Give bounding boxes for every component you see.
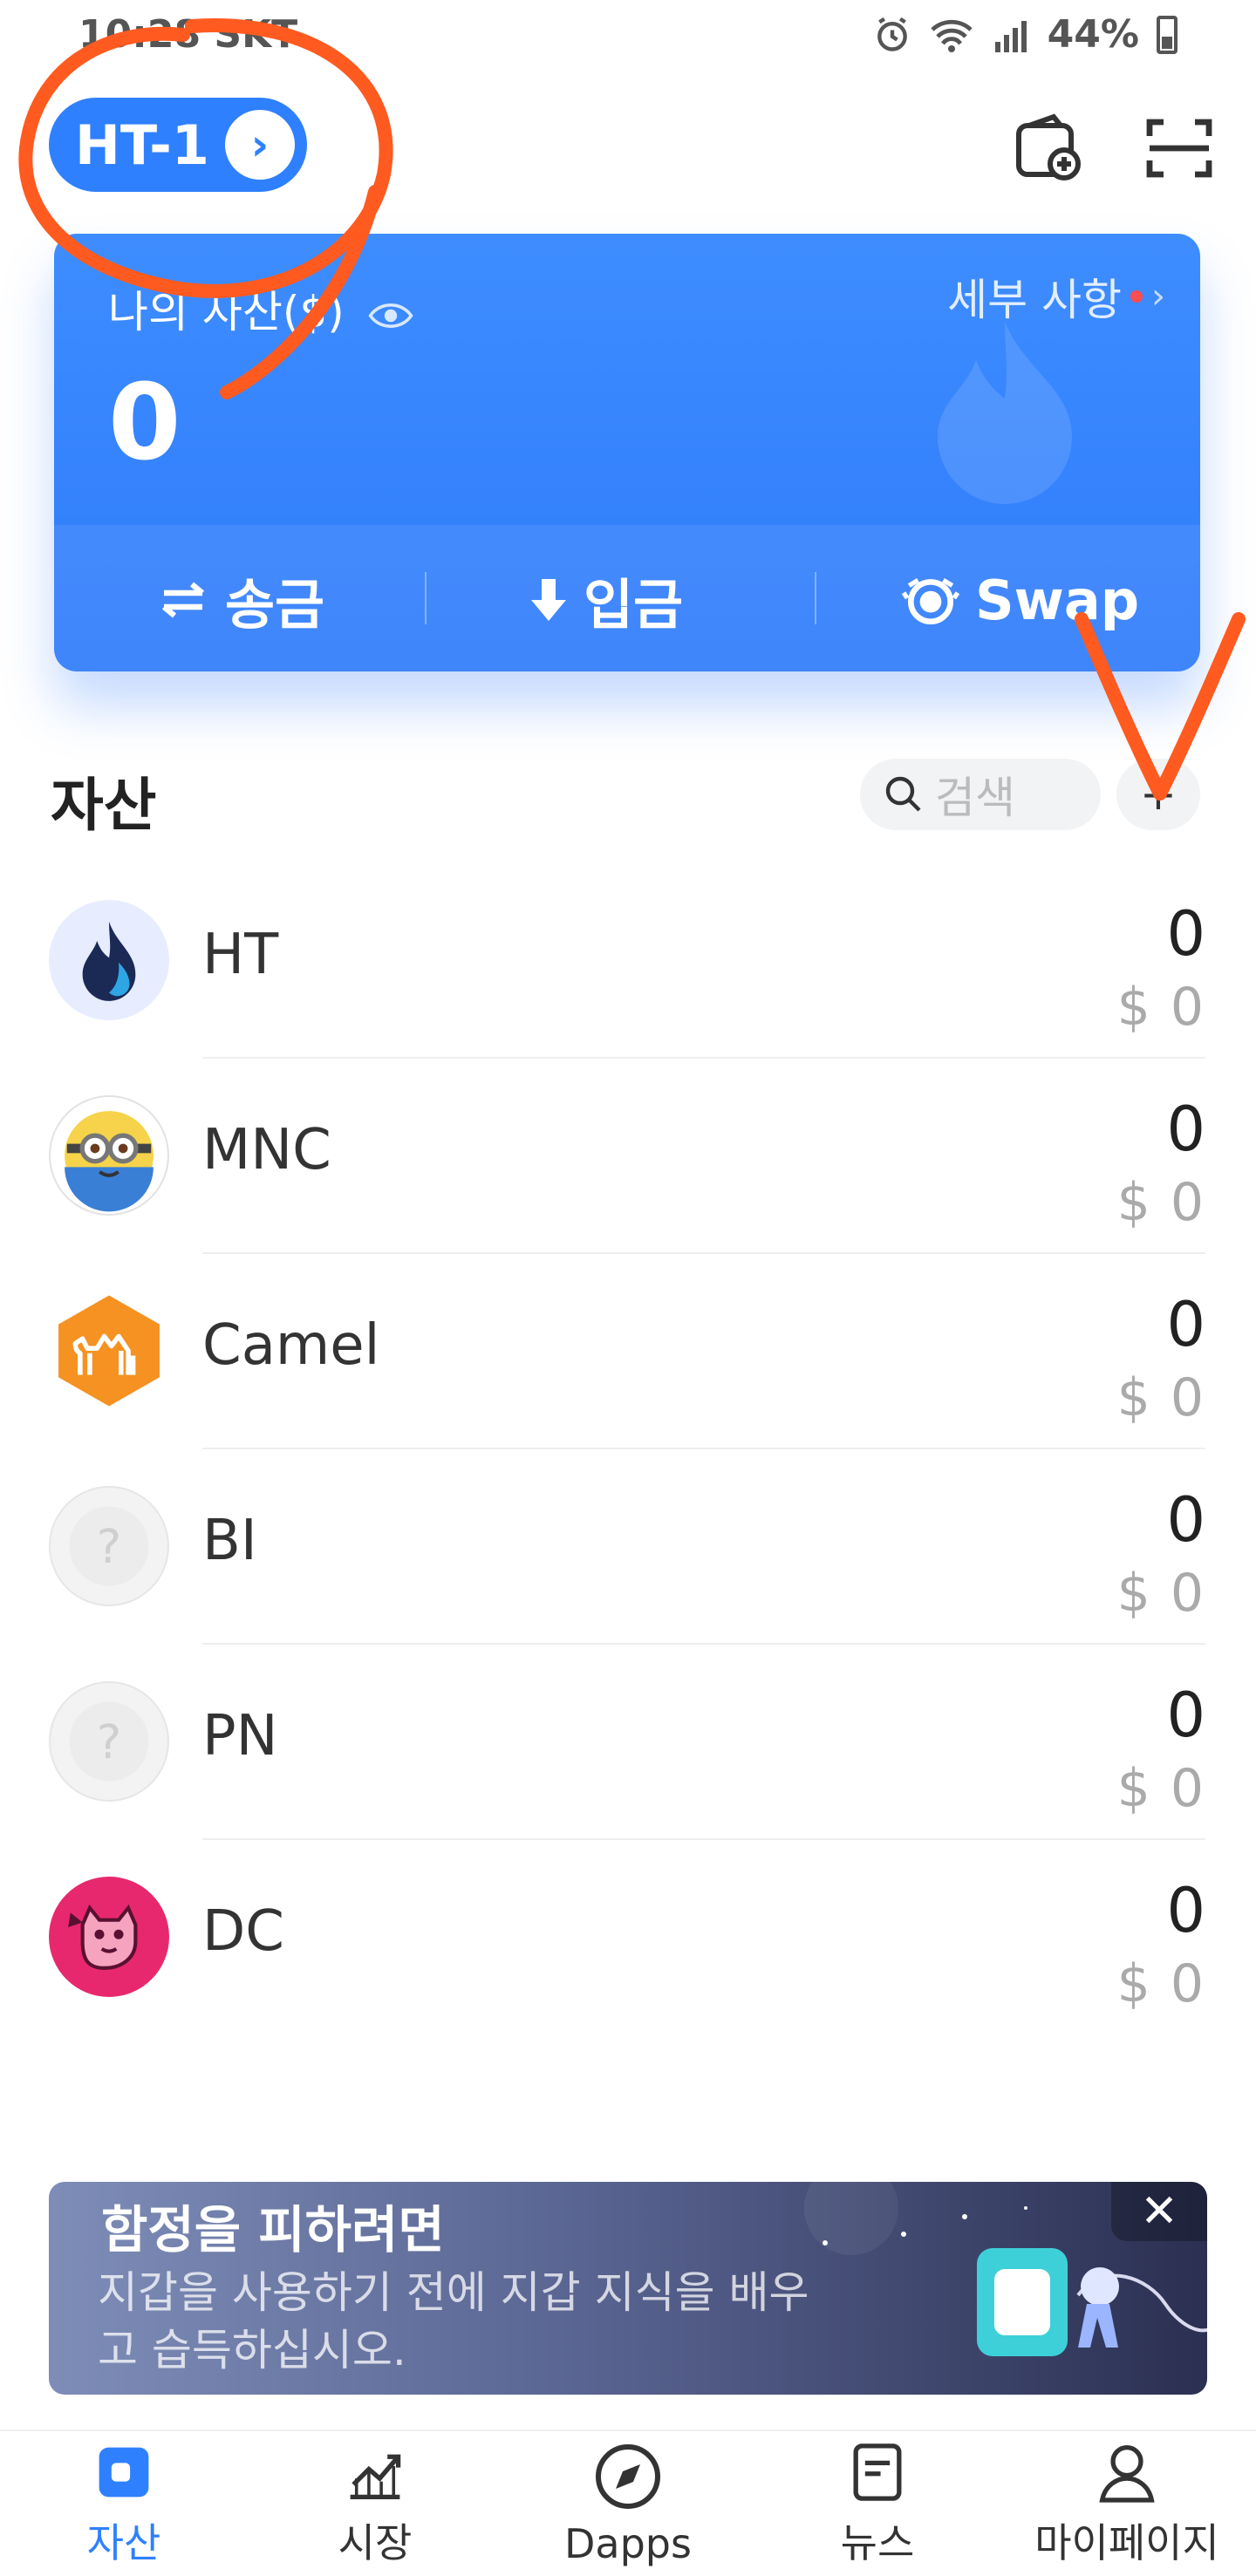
nav-label: 시장 <box>338 2519 413 2566</box>
token-symbol: BI <box>202 1509 257 1573</box>
add-token-button[interactable]: + <box>1116 759 1200 830</box>
chevron-right-icon: › <box>224 110 295 180</box>
scan-icon[interactable] <box>1143 112 1216 185</box>
nav-item-assets[interactable]: 자산 <box>19 2438 229 2569</box>
banner-title: 함정을 피하려면 <box>101 2200 445 2259</box>
asset-summary-card: 나의 자산($) 세부 사항 › 0 송금 입금 Swap <box>54 234 1200 671</box>
token-amount: 0 <box>1166 1680 1205 1751</box>
battery-icon <box>1157 15 1178 54</box>
unknown-token-icon: ? <box>49 1681 169 1802</box>
close-glyph: ✕ <box>1140 2185 1178 2238</box>
wallet-switch-button[interactable]: HT-1 › <box>49 98 307 192</box>
token-row[interactable]: MNC 0 $ 0 <box>0 1059 1256 1254</box>
assets-title: 자산 <box>51 772 157 839</box>
token-row[interactable]: ? PN 0 $ 0 <box>0 1645 1256 1840</box>
token-usd-value: $ 0 <box>1116 1563 1205 1624</box>
add-wallet-icon[interactable] <box>1012 112 1085 185</box>
nav-item-dapps[interactable]: Dapps <box>523 2438 733 2569</box>
banner-text: 지갑을 사용하기 전에 지갑 지식을 배우고 습득하십시오. <box>98 2267 809 2375</box>
ht-flame-logo <box>49 900 169 1020</box>
deposit-label: 입금 <box>584 573 684 637</box>
eye-icon[interactable] <box>367 298 414 333</box>
nav-label: 뉴스 <box>840 2519 915 2566</box>
wallet-icon <box>99 2447 149 2498</box>
token-row[interactable]: HT 0 $ 0 <box>0 863 1256 1059</box>
notification-dot <box>1130 290 1143 303</box>
swap-icon <box>902 578 959 625</box>
plus-icon: + <box>1140 769 1177 820</box>
asset-title-text: 나의 자산($) <box>108 287 345 337</box>
nav-item-news[interactable]: 뉴스 <box>773 2438 982 2569</box>
close-icon[interactable]: ✕ <box>1111 2182 1207 2241</box>
signal-icon <box>994 20 1027 52</box>
nav-label: 마이페이지 <box>1034 2519 1219 2566</box>
swap-button[interactable]: Swap <box>902 556 1139 644</box>
send-button[interactable]: 송금 <box>157 556 324 644</box>
token-usd-value: $ 0 <box>1116 1367 1205 1428</box>
market-chart-icon <box>350 2454 401 2500</box>
minion-face-logo <box>49 1095 169 1216</box>
token-row[interactable]: Camel 0 $ 0 <box>0 1254 1256 1449</box>
nav-label: Dapps <box>564 2520 692 2567</box>
token-amount: 0 <box>1166 898 1205 970</box>
token-symbol: PN <box>202 1704 278 1768</box>
swap-label: Swap <box>975 568 1140 632</box>
total-asset-value: 0 <box>108 363 181 484</box>
token-symbol: Camel <box>202 1313 380 1378</box>
token-usd-value: $ 0 <box>1116 1172 1205 1233</box>
detail-label: 세부 사항 <box>947 275 1122 325</box>
token-usd-value: $ 0 <box>1116 977 1205 1038</box>
chevron-right-icon: › <box>1151 276 1165 317</box>
wifi-icon <box>931 19 973 52</box>
ht-watermark-icon <box>938 322 1072 504</box>
status-bar: 10:28 SKT 44% <box>0 0 1256 78</box>
token-amount: 0 <box>1166 1484 1205 1556</box>
divider <box>425 572 427 624</box>
svg-text:?: ? <box>97 1714 121 1769</box>
news-icon <box>853 2443 902 2501</box>
alarm-icon <box>877 17 907 51</box>
battery-text: 44% <box>1047 12 1139 57</box>
transfer-arrows-icon <box>161 582 205 618</box>
compass-icon <box>596 2444 660 2509</box>
token-symbol: HT <box>202 923 279 987</box>
wallet-name: HT-1 <box>75 112 209 177</box>
divider <box>815 572 816 624</box>
search-input[interactable]: 검색 <box>860 759 1101 830</box>
token-amount: 0 <box>1166 1289 1205 1360</box>
token-row[interactable]: ? BI 0 $ 0 <box>0 1449 1256 1645</box>
status-time: 10:28 SKT <box>78 12 298 57</box>
search-placeholder: 검색 <box>935 773 1015 823</box>
token-usd-value: $ 0 <box>1116 1758 1205 1819</box>
education-banner[interactable]: 함정을 피하려면 지갑을 사용하기 전에 지갑 지식을 배우고 습득하십시오. … <box>49 2182 1207 2395</box>
detail-link[interactable]: 세부 사항 › <box>947 265 1165 328</box>
profile-icon <box>1099 2444 1155 2503</box>
token-amount: 0 <box>1166 1875 1205 1946</box>
nav-item-market[interactable]: 시장 <box>270 2438 480 2569</box>
camel-logo <box>49 1291 169 1411</box>
token-row[interactable]: DC 0 $ 0 <box>0 1840 1256 2035</box>
nav-label: 자산 <box>86 2519 161 2566</box>
token-usd-value: $ 0 <box>1116 1953 1205 2014</box>
download-arrow-icon <box>531 579 566 621</box>
search-icon <box>885 776 921 812</box>
deposit-button[interactable]: 입금 <box>529 556 683 644</box>
token-amount: 0 <box>1166 1094 1205 1165</box>
svg-text:?: ? <box>97 1519 121 1574</box>
unknown-token-icon: ? <box>49 1486 169 1606</box>
dragon-cat-logo <box>49 1877 169 1997</box>
token-symbol: MNC <box>202 1118 331 1182</box>
status-icons: 44% <box>873 12 1178 57</box>
asset-title: 나의 자산($) <box>108 277 414 340</box>
token-symbol: DC <box>202 1899 284 1964</box>
send-label: 송금 <box>225 573 325 637</box>
nav-item-mypage[interactable]: 마이페이지 <box>1022 2438 1232 2569</box>
